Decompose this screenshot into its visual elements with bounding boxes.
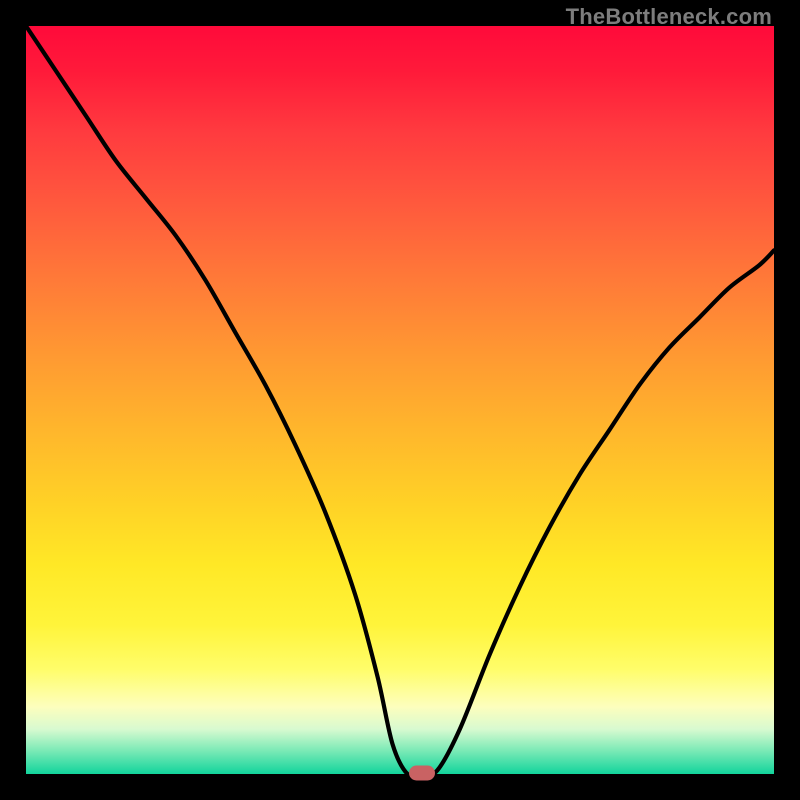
bottleneck-curve	[26, 26, 774, 774]
chart-frame: TheBottleneck.com	[0, 0, 800, 800]
minimum-marker	[409, 766, 435, 781]
chart-plot-area	[26, 26, 774, 774]
watermark-text: TheBottleneck.com	[566, 4, 772, 30]
